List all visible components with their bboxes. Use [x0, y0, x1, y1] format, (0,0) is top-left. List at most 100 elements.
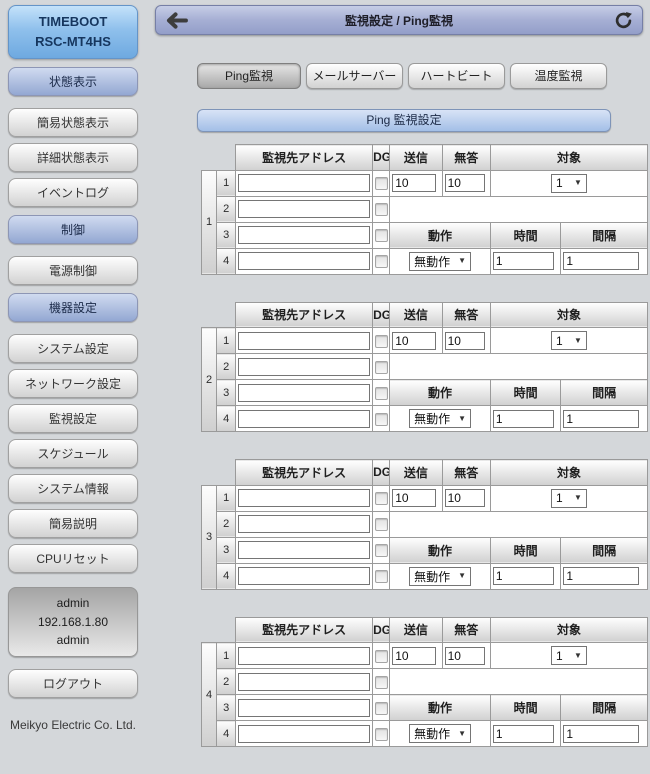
- header-spacer: [217, 460, 236, 486]
- action-select[interactable]: 無動作 ▼: [409, 409, 471, 428]
- dg-checkbox[interactable]: [375, 255, 388, 268]
- noreply-count-input[interactable]: [445, 647, 485, 665]
- send-count-input[interactable]: [392, 647, 436, 665]
- sidebar-item-quick-guide[interactable]: 簡易説明: [8, 509, 138, 538]
- dg-checkbox[interactable]: [375, 413, 388, 426]
- sidebar-item-monitoring-settings[interactable]: 監視設定: [8, 404, 138, 433]
- address-input[interactable]: [238, 725, 370, 743]
- column-header-interval: 間隔: [561, 695, 648, 721]
- target-select[interactable]: 1 ▼: [551, 489, 587, 508]
- dg-checkbox[interactable]: [375, 518, 388, 531]
- header-spacer: [217, 617, 236, 643]
- interval-input[interactable]: [563, 567, 639, 585]
- action-select[interactable]: 無動作 ▼: [409, 252, 471, 271]
- row-number: 2: [217, 511, 236, 537]
- page: { "colors": { "device_blue": "#6ea9e0", …: [0, 0, 650, 677]
- column-header-target: 対象: [490, 617, 647, 643]
- target-select[interactable]: 1 ▼: [551, 331, 587, 350]
- address-input[interactable]: [238, 174, 370, 192]
- target-select[interactable]: 1 ▼: [551, 174, 587, 193]
- tab-heartbeat[interactable]: ハートビート: [408, 63, 505, 89]
- sidebar: TIMEBOOT RSC-MT4HS 状態表示簡易状態表示詳細状態表示イベントロ…: [8, 5, 138, 732]
- column-header-address: 監視先アドレス: [236, 460, 373, 486]
- address-input[interactable]: [238, 384, 370, 402]
- noreply-count-input[interactable]: [445, 489, 485, 507]
- noreply-count-input[interactable]: [445, 174, 485, 192]
- sidebar-item-network-settings[interactable]: ネットワーク設定: [8, 369, 138, 398]
- dg-checkbox[interactable]: [375, 728, 388, 741]
- time-input[interactable]: [493, 567, 554, 585]
- address-input[interactable]: [238, 647, 370, 665]
- dg-checkbox[interactable]: [375, 387, 388, 400]
- action-select[interactable]: 無動作 ▼: [409, 567, 471, 586]
- action-select[interactable]: 無動作 ▼: [409, 724, 471, 743]
- time-input[interactable]: [493, 252, 554, 270]
- empty-cell: [390, 196, 648, 222]
- target-select[interactable]: 1 ▼: [551, 646, 587, 665]
- interval-input[interactable]: [563, 725, 639, 743]
- interval-input[interactable]: [563, 410, 639, 428]
- sidebar-item-system-settings[interactable]: システム設定: [8, 334, 138, 363]
- dg-checkbox[interactable]: [375, 361, 388, 374]
- dg-checkbox[interactable]: [375, 650, 388, 663]
- sidebar-item-cpu-reset[interactable]: CPUリセット: [8, 544, 138, 573]
- address-input[interactable]: [238, 541, 370, 559]
- back-arrow-icon[interactable]: [165, 12, 188, 29]
- chevron-down-icon: ▼: [574, 652, 582, 660]
- address-input[interactable]: [238, 673, 370, 691]
- sidebar-item-event-log[interactable]: イベントログ: [8, 178, 138, 207]
- send-count-input[interactable]: [392, 174, 436, 192]
- noreply-count-input[interactable]: [445, 332, 485, 350]
- section-device-settings[interactable]: 機器設定: [8, 293, 138, 322]
- dg-checkbox[interactable]: [375, 702, 388, 715]
- dg-checkbox[interactable]: [375, 492, 388, 505]
- sidebar-item-system-info[interactable]: システム情報: [8, 474, 138, 503]
- address-input[interactable]: [238, 358, 370, 376]
- tab-mail-server[interactable]: メールサーバー: [306, 63, 403, 89]
- target-select-value: 1: [556, 334, 563, 348]
- time-input[interactable]: [493, 725, 554, 743]
- device-title-button[interactable]: TIMEBOOT RSC-MT4HS: [8, 5, 138, 59]
- dg-checkbox[interactable]: [375, 177, 388, 190]
- logout-button[interactable]: ログアウト: [8, 669, 138, 698]
- time-input[interactable]: [493, 410, 554, 428]
- row-number: 1: [217, 328, 236, 354]
- dg-checkbox[interactable]: [375, 676, 388, 689]
- interval-input[interactable]: [563, 252, 639, 270]
- address-input[interactable]: [238, 410, 370, 428]
- send-count-input[interactable]: [392, 489, 436, 507]
- refresh-icon[interactable]: [614, 11, 633, 30]
- column-header-noreply: 無答: [442, 460, 490, 486]
- address-input[interactable]: [238, 200, 370, 218]
- action-select-value: 無動作: [414, 568, 450, 585]
- sidebar-item-simple-status-display[interactable]: 簡易状態表示: [8, 108, 138, 137]
- header-spacer: [202, 460, 217, 486]
- address-input[interactable]: [238, 332, 370, 350]
- section-status-display[interactable]: 状態表示: [8, 67, 138, 96]
- address-input[interactable]: [238, 489, 370, 507]
- sidebar-item-detailed-status-display[interactable]: 詳細状態表示: [8, 143, 138, 172]
- session-role: admin: [11, 631, 135, 650]
- dg-checkbox[interactable]: [375, 335, 388, 348]
- device-model: RSC-MT4HS: [11, 32, 135, 52]
- address-input[interactable]: [238, 252, 370, 270]
- dg-checkbox[interactable]: [375, 229, 388, 242]
- target-select-value: 1: [556, 649, 563, 663]
- section-control[interactable]: 制御: [8, 215, 138, 244]
- send-count-input[interactable]: [392, 332, 436, 350]
- group-number: 4: [202, 643, 217, 747]
- tab-ping-monitor[interactable]: Ping監視: [197, 63, 301, 89]
- column-header-action: 動作: [390, 222, 491, 248]
- address-input[interactable]: [238, 515, 370, 533]
- address-input[interactable]: [238, 699, 370, 717]
- dg-checkbox[interactable]: [375, 544, 388, 557]
- tab-temperature-monitor[interactable]: 温度監視: [510, 63, 607, 89]
- sidebar-item-power-control[interactable]: 電源制御: [8, 256, 138, 285]
- address-input[interactable]: [238, 226, 370, 244]
- dg-checkbox[interactable]: [375, 570, 388, 583]
- address-input[interactable]: [238, 567, 370, 585]
- dg-checkbox[interactable]: [375, 203, 388, 216]
- sidebar-item-schedule[interactable]: スケジュール: [8, 439, 138, 468]
- ping-group-table: 監視先アドレス DG 送信 無答 対象 1 1 1 ▼ 2: [201, 144, 648, 275]
- target-select-value: 1: [556, 491, 563, 505]
